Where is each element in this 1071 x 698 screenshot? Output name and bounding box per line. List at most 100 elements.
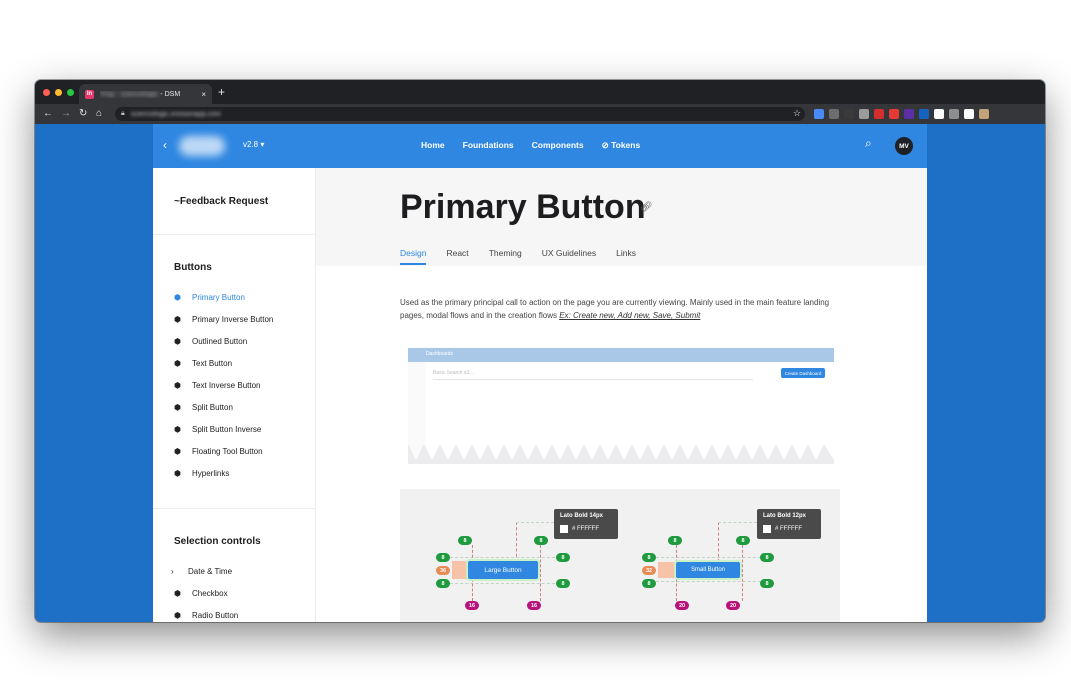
version-dropdown[interactable]: v2.8 ▾ [243,140,264,149]
cube-icon: ⬢ [174,359,181,368]
extension-icon[interactable] [859,109,869,119]
tab-design[interactable]: Design [400,248,427,265]
sidebar-group-selection-controls: Selection controls [174,536,261,547]
spacing-badge: 8 [760,553,774,562]
sidebar-item-floating-tool-button[interactable]: ⬢ Floating Tool Button [174,447,263,456]
sidebar-item-split-button[interactable]: ⬢ Split Button [174,403,233,412]
nav-tokens-label: Tokens [611,140,641,150]
large-font-tooltip: Lato Bold 14px # FFFFFF [554,509,618,539]
tab-strip: In Ping - sciencelogic - DSM × + [35,80,1045,104]
extension-icon[interactable] [919,109,929,119]
sidebar-item-outlined-button[interactable]: ⬢ Outlined Button [174,337,247,346]
page-title: Primary Button [400,188,646,226]
content-tabs: Design React Theming UX Guidelines Links [400,248,636,265]
torn-edge-graphic [408,444,834,464]
avatar[interactable]: MV [895,137,913,155]
extension-icon[interactable] [904,109,914,119]
bookmark-star-icon[interactable]: ☆ [793,108,801,119]
extension-icon[interactable] [979,109,989,119]
minimize-window-button[interactable] [55,89,62,96]
reload-icon[interactable]: ↻ [79,107,87,121]
sidebar-group-buttons: Buttons [174,262,212,273]
nav-components[interactable]: Components [532,140,584,151]
close-window-button[interactable] [43,89,50,96]
maximize-window-button[interactable] [67,89,74,96]
search-icon[interactable]: ⌕ [865,136,872,151]
brand-logo[interactable] [179,136,225,156]
divider [153,234,316,235]
guide-line [516,522,554,523]
browser-window: In Ping - sciencelogic - DSM × + ← → ↻ ⌂… [35,80,1045,622]
extension-icon[interactable] [874,109,884,119]
sidebar-item-label: Hyperlinks [192,469,230,478]
nav-home[interactable]: Home [421,140,445,151]
sidebar-item-text-button[interactable]: ⬢ Text Button [174,359,232,368]
small-font-tooltip: Lato Bold 12px # FFFFFF [757,509,821,539]
sidebar-item-radio-button[interactable]: ⬢ Radio Button [174,611,238,620]
sidebar-item-label: Primary Inverse Button [192,315,274,324]
spacing-badge: 8 [642,553,656,562]
extension-icon[interactable] [934,109,944,119]
padding-badge: 16 [465,601,479,610]
sidebar-item-label: Outlined Button [192,337,248,346]
forward-arrow-icon[interactable]: → [61,107,71,121]
sidebar-item-date-time[interactable]: › Date & Time [171,567,232,576]
padding-badge: 20 [726,601,740,610]
sidebar-item-primary-inverse-button[interactable]: ⬢ Primary Inverse Button [174,315,273,324]
padding-highlight [452,561,468,579]
extension-icon[interactable] [829,109,839,119]
sidebar-item-hyperlinks[interactable]: ⬢ Hyperlinks [174,469,229,478]
white-swatch [560,525,568,533]
link-icon[interactable]: 🔗︎ [640,202,653,213]
cube-icon: ⬢ [174,293,181,302]
small-tip-color-text: # FFFFFF [775,526,802,532]
guide-line [656,581,766,582]
sidebar-item-text-inverse-button[interactable]: ⬢ Text Inverse Button [174,381,260,390]
back-arrow-icon[interactable]: ← [43,107,53,121]
tab-react[interactable]: React [446,248,468,265]
spacing-badge: 8 [556,553,570,562]
tab-links[interactable]: Links [616,248,636,265]
address-bar[interactable]: 🔒︎ sciencelogic.invisionapp.com [115,107,805,121]
cube-icon: ⬢ [174,403,181,412]
dsm-page: ‹ v2.8 ▾ Home Foundations Components ⊘ T… [153,124,927,622]
extension-icon[interactable] [949,109,959,119]
cube-icon: ⬢ [174,447,181,456]
sidebar-item-split-button-inverse[interactable]: ⬢ Split Button Inverse [174,425,261,434]
tab-theming[interactable]: Theming [489,248,522,265]
spacing-badge: 8 [668,536,682,545]
extension-icon[interactable] [964,109,974,119]
large-tip-title: Lato Bold 14px [560,513,604,519]
nav-tokens[interactable]: ⊘ Tokens [602,140,641,151]
padding-badge: 16 [527,601,541,610]
nav-foundations[interactable]: Foundations [463,140,514,151]
extension-icon[interactable] [889,109,899,119]
divider [153,508,316,509]
home-icon[interactable]: ⌂ [96,107,102,121]
tab-title-blurred: Ping - sciencelogic [100,90,159,98]
window-controls [43,89,74,96]
sidebar-item-checkbox[interactable]: ⬢ Checkbox [174,589,228,598]
sidebar-item-primary-button[interactable]: ⬢ Primary Button [174,293,245,302]
description-example: Ex: Create new, Add new, Save, Submit [559,311,701,320]
extension-icon[interactable] [814,109,824,119]
browser-tab[interactable]: In Ping - sciencelogic - DSM × [79,84,212,104]
sidebar-item-label: Split Button [192,403,233,412]
spacing-badge: 8 [642,579,656,588]
guide-line [742,545,743,601]
feedback-request-link[interactable]: ~Feedback Request [174,196,268,207]
main-content: Primary Button 🔗︎ Design React Theming U… [316,168,927,622]
tab-ux-guidelines[interactable]: UX Guidelines [542,248,596,265]
spacing-badge: 8 [458,536,472,545]
small-button-demo: Small Button [676,562,740,578]
cube-icon: ⬢ [174,611,181,620]
extension-icon[interactable] [844,109,854,119]
sidebar-item-label: Radio Button [192,611,239,620]
spec-illustration: Lato Bold 14px # FFFFFF Large Button 8 8… [400,489,840,622]
cube-icon: ⬢ [174,315,181,324]
back-chevron-icon[interactable]: ‹ [163,138,167,152]
invision-favicon-icon: In [85,89,94,99]
new-tab-button[interactable]: + [218,86,225,98]
close-tab-icon[interactable]: × [201,90,206,99]
cube-icon: ⬢ [174,425,181,434]
